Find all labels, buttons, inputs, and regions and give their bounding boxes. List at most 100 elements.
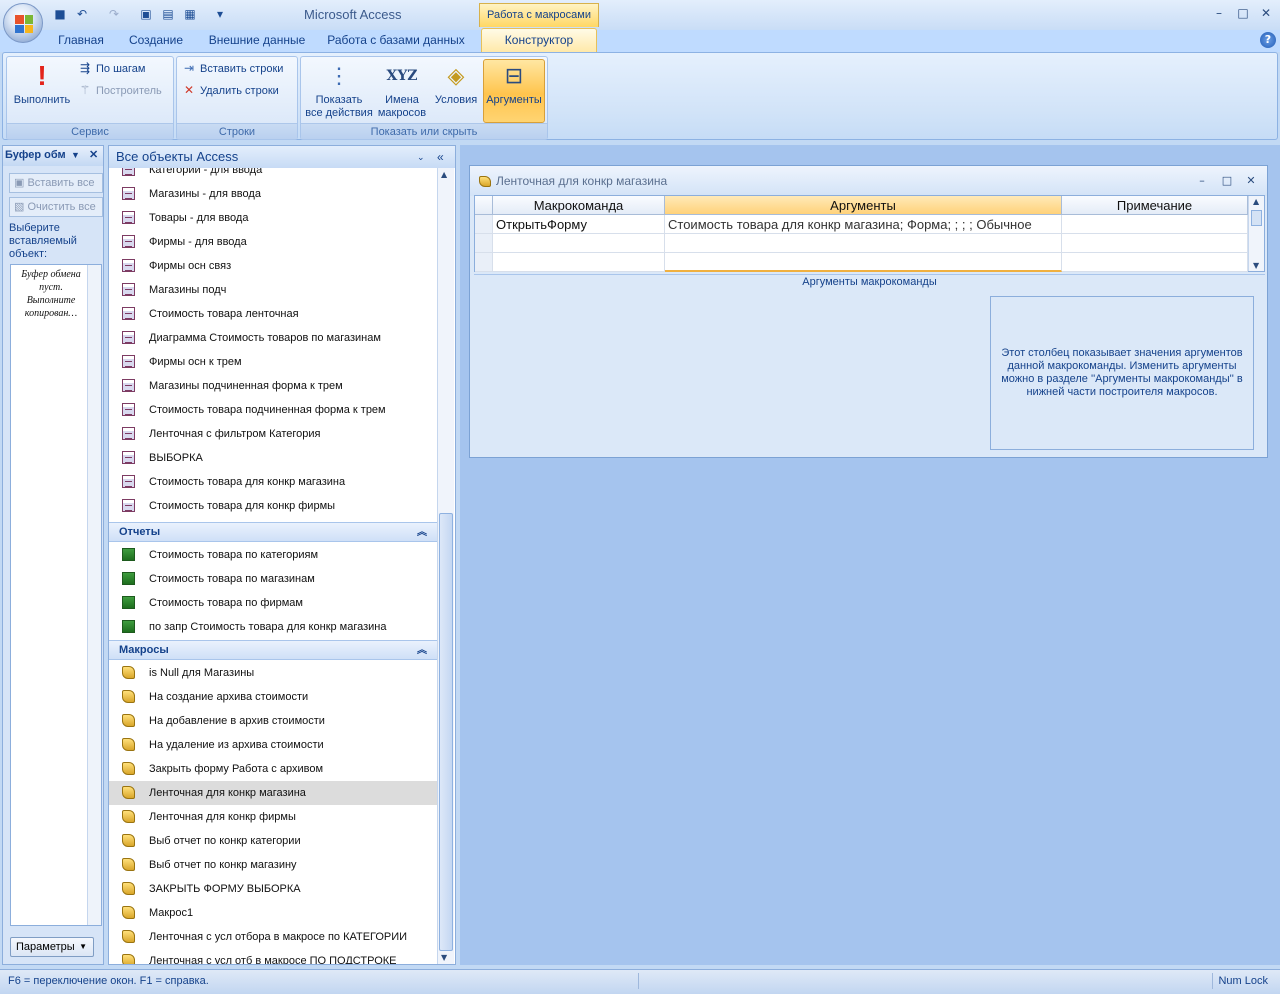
cell-action-empty[interactable] — [493, 234, 665, 253]
paste-all-button[interactable]: ▣ Вставить все — [9, 173, 103, 193]
redo-icon[interactable]: ↷ — [106, 6, 122, 22]
nav-macro-item[interactable]: На создание архива стоимости — [109, 685, 437, 709]
nav-report-item[interactable]: Стоимость товара по фирмам — [109, 591, 437, 615]
tab-home[interactable]: Главная — [50, 30, 112, 52]
delete-rows-button[interactable]: ✕ Удалить строки — [181, 80, 279, 100]
row-selector[interactable] — [475, 234, 493, 253]
clipboard-list[interactable]: Буфер обмена пуст. Выполните копирован… — [10, 264, 102, 926]
nav-macro-item[interactable]: Ленточная с усл отб в макросе ПО ПОДСТРО… — [109, 949, 437, 964]
macro-close-button[interactable]: ✕ — [1243, 173, 1259, 189]
column-header-action[interactable]: Макрокоманда — [493, 196, 665, 215]
grid-scroll-thumb[interactable] — [1251, 210, 1262, 226]
nav-form-item[interactable]: Фирмы - для ввода — [109, 230, 437, 254]
document-icon[interactable]: ▤ — [160, 6, 176, 22]
cell-comment[interactable] — [1062, 215, 1248, 234]
help-icon[interactable]: ? — [1260, 32, 1276, 48]
nav-report-item[interactable]: по запр Стоимость товара для конкр магаз… — [109, 615, 437, 639]
column-header-arguments[interactable]: Аргументы — [665, 196, 1062, 215]
restore-button[interactable]: □ — [1232, 6, 1254, 22]
collapse-section-icon[interactable]: ︽ — [417, 523, 427, 542]
nav-macro-item[interactable]: Выб отчет по конкр магазину — [109, 853, 437, 877]
nav-form-item[interactable]: Стоимость товара ленточная — [109, 302, 437, 326]
nav-form-item[interactable]: Стоимость товара для конкр фирмы — [109, 494, 437, 518]
clipboard-scrollbar[interactable] — [87, 265, 101, 925]
nav-menu-chevron-icon[interactable]: ⌄ — [417, 146, 429, 162]
row-selector[interactable] — [475, 215, 493, 234]
nav-header[interactable]: Все объекты Access ⌄ « — [109, 146, 455, 168]
nav-report-item[interactable]: Стоимость товара по магазинам — [109, 567, 437, 591]
cell-comment-empty[interactable] — [1062, 253, 1248, 272]
cell-action-empty[interactable] — [493, 253, 665, 272]
nav-macro-item[interactable]: ЗАКРЫТЬ ФОРМУ ВЫБОРКА — [109, 877, 437, 901]
print-preview-icon[interactable]: ▣ — [138, 6, 154, 22]
scroll-down-icon[interactable]: ▼ — [441, 953, 447, 962]
cell-comment-empty[interactable] — [1062, 234, 1248, 253]
nav-form-item[interactable]: Товары - для ввода — [109, 206, 437, 230]
nav-macro-item[interactable]: Закрыть форму Работа с архивом — [109, 757, 437, 781]
arguments-button[interactable]: ⊟ Аргументы — [483, 59, 545, 123]
collapse-section-icon[interactable]: ︽ — [417, 641, 427, 660]
nav-macro-item[interactable]: is Null для Магазины — [109, 661, 437, 685]
nav-form-item[interactable]: Магазины подчиненная форма к трем — [109, 374, 437, 398]
undo-icon[interactable]: ↶ — [74, 6, 90, 22]
macro-restore-button[interactable]: □ — [1219, 173, 1235, 189]
tab-database-tools[interactable]: Работа с базами данных — [322, 30, 470, 52]
grid-select-all[interactable] — [475, 196, 493, 215]
nav-form-item[interactable]: Магазины - для ввода — [109, 182, 437, 206]
customize-qat-icon[interactable]: ▾ — [212, 6, 228, 22]
macro-minimize-button[interactable]: – — [1194, 173, 1210, 189]
nav-form-item[interactable]: Стоимость товара подчиненная форма к тре… — [109, 398, 437, 422]
tab-external-data[interactable]: Внешние данные — [200, 30, 314, 52]
scroll-up-icon[interactable]: ▲ — [1253, 197, 1259, 206]
cell-action[interactable]: ОткрытьФорму — [493, 215, 665, 234]
nav-form-item[interactable]: Стоимость товара для конкр магазина — [109, 470, 437, 494]
office-button[interactable] — [3, 3, 43, 43]
nav-form-item[interactable]: Магазины подч — [109, 278, 437, 302]
scroll-down-icon[interactable]: ▼ — [1253, 261, 1259, 270]
step-button[interactable]: ⇶ По шагам — [77, 58, 146, 78]
nav-scrollbar[interactable]: ▲ ▼ — [437, 168, 454, 964]
print-icon[interactable]: ▦ — [182, 6, 198, 22]
nav-section-macros[interactable]: Макросы ︽ — [109, 640, 437, 660]
nav-form-item[interactable]: Категории - для ввода — [109, 168, 437, 182]
nav-form-item[interactable]: ВЫБОРКА — [109, 446, 437, 470]
nav-form-item[interactable]: Диаграмма Стоимость товаров по магазинам — [109, 326, 437, 350]
run-button[interactable]: ! Выполнить — [10, 60, 74, 122]
tab-create[interactable]: Создание — [122, 30, 190, 52]
cell-arguments-empty[interactable] — [665, 253, 1062, 272]
clear-all-button[interactable]: ▧ Очистить все — [9, 197, 103, 217]
grid-scrollbar[interactable]: ▲ ▼ — [1248, 196, 1264, 271]
nav-report-item[interactable]: Стоимость товара по категориям — [109, 543, 437, 567]
tab-design[interactable]: Конструктор — [481, 28, 597, 53]
conditions-button[interactable]: ◈ Условия — [431, 60, 481, 122]
options-button[interactable]: Параметры ▼ — [10, 937, 94, 957]
nav-macro-item[interactable]: Макрос1 — [109, 901, 437, 925]
builder-button[interactable]: ⚚ Построитель — [77, 80, 162, 100]
minimize-button[interactable]: – — [1208, 6, 1230, 22]
nav-scroll-thumb[interactable] — [439, 513, 453, 951]
scroll-up-icon[interactable]: ▲ — [441, 170, 447, 179]
row-selector[interactable] — [475, 253, 493, 272]
show-all-actions-button[interactable]: ⋮ Показать все действия — [304, 60, 374, 122]
nav-section-reports[interactable]: Отчеты ︽ — [109, 522, 437, 542]
nav-form-item[interactable]: Фирмы осн связ — [109, 254, 437, 278]
cell-arguments-empty[interactable] — [665, 234, 1062, 253]
nav-collapse-icon[interactable]: « — [437, 146, 444, 168]
nav-macro-item[interactable]: Ленточная для конкр фирмы — [109, 805, 437, 829]
clipboard-close-icon[interactable]: ✕ — [89, 146, 98, 165]
insert-rows-button[interactable]: ⇥ Вставить строки — [181, 58, 283, 78]
save-icon[interactable]: ■ — [52, 6, 68, 22]
nav-macro-item[interactable]: Ленточная с усл отбора в макросе по КАТЕ… — [109, 925, 437, 949]
nav-form-item[interactable]: Фирмы осн к трем — [109, 350, 437, 374]
macro-names-button[interactable]: XYZ Имена макросов — [375, 60, 429, 122]
macro-window-title-bar[interactable]: Ленточная для конкр магазина — [470, 166, 1267, 196]
nav-macro-item[interactable]: Ленточная для конкр магазина — [109, 781, 437, 805]
column-header-comment[interactable]: Примечание — [1062, 196, 1248, 215]
nav-form-item[interactable]: Ленточная с фильтром Категория — [109, 422, 437, 446]
nav-macro-item[interactable]: На удаление из архива стоимости — [109, 733, 437, 757]
cell-arguments[interactable]: Стоимость товара для конкр магазина; Фор… — [665, 215, 1062, 234]
nav-macro-item[interactable]: Выб отчет по конкр категории — [109, 829, 437, 853]
close-button[interactable]: ✕ — [1255, 6, 1277, 22]
clipboard-menu-icon[interactable]: ▼ — [71, 146, 80, 165]
nav-macro-item[interactable]: На добавление в архив стоимости — [109, 709, 437, 733]
